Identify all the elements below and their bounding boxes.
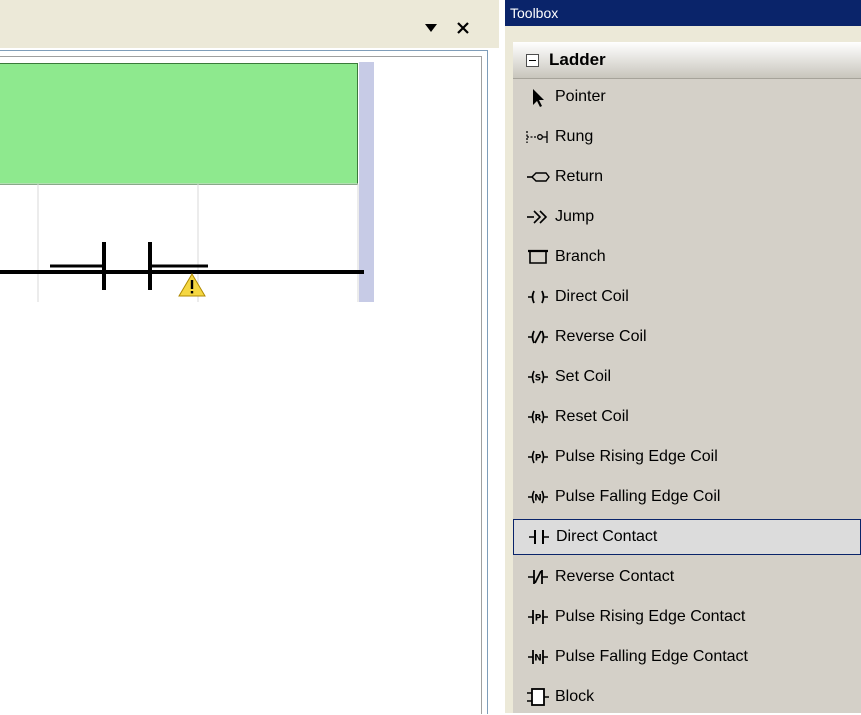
tool-item-label: Pointer (555, 88, 606, 105)
svg-text:S: S (535, 374, 541, 384)
tool-item-label: Pulse Falling Edge Coil (555, 488, 721, 505)
warning-icon (178, 273, 206, 297)
tool-item-pulse-falling-edge-coil[interactable]: N Pulse Falling Edge Coil (513, 479, 861, 515)
tool-item-label: Direct Contact (556, 528, 658, 545)
tool-item-label: Pulse Falling Edge Contact (555, 648, 748, 665)
tool-item-set-coil[interactable]: S Set Coil (513, 359, 861, 395)
tool-item-pulse-falling-edge-contact[interactable]: N Pulse Falling Edge Contact (513, 639, 861, 675)
rung-icon (525, 126, 551, 148)
pulse-rising-edge-coil-icon: P (525, 446, 551, 468)
toolbox-title: Toolbox (505, 0, 861, 26)
tool-item-reset-coil[interactable]: R Reset Coil (513, 399, 861, 435)
tool-item-block[interactable]: Block (513, 679, 861, 715)
pulse-rising-edge-contact-icon: P (525, 606, 551, 628)
jump-icon (525, 206, 551, 228)
return-icon (525, 166, 551, 188)
chevron-down-icon (425, 24, 437, 32)
tool-item-rung[interactable]: Rung (513, 119, 861, 155)
tool-item-label: Reverse Contact (555, 568, 675, 585)
tool-item-label: Branch (555, 248, 606, 265)
collapse-minus-icon[interactable] (526, 53, 539, 67)
svg-text:N: N (534, 494, 542, 504)
reset-coil-icon: R (525, 406, 551, 428)
ladder-canvas[interactable] (0, 62, 374, 302)
toolbox-list: Ladder Pointer Rung Return Jump Branch Direct… (513, 42, 861, 713)
tool-item-label: Pulse Rising Edge Coil (555, 448, 718, 465)
category-header-ladder[interactable]: Ladder (513, 42, 861, 79)
svg-text:N: N (534, 654, 542, 664)
ladder-editor-pane (0, 0, 499, 714)
tool-item-label: Direct Coil (555, 288, 629, 305)
tool-item-label: Pulse Rising Edge Contact (555, 608, 746, 625)
pulse-falling-edge-contact-icon: N (525, 646, 551, 668)
reverse-contact-icon (525, 566, 551, 588)
direct-contact-element[interactable] (50, 242, 208, 290)
tool-item-label: Rung (555, 128, 594, 145)
pointer-icon (525, 86, 551, 108)
reverse-coil-icon (525, 326, 551, 348)
set-coil-icon: S (525, 366, 551, 388)
category-label: Ladder (549, 50, 606, 69)
direct-coil-icon (525, 286, 551, 308)
block-icon (525, 686, 551, 708)
direct-contact-icon (526, 526, 552, 548)
tool-item-branch[interactable]: Branch (513, 239, 861, 275)
tool-item-return[interactable]: Return (513, 159, 861, 195)
toolbox-panel: Toolbox Ladder Pointer Rung Return Jump Bran… (505, 0, 861, 713)
pane-menu-button[interactable] (420, 17, 442, 39)
ladder-diagram (0, 183, 364, 302)
tool-item-reverse-contact[interactable]: Reverse Contact (513, 559, 861, 595)
tool-item-label: Jump (555, 208, 595, 225)
branch-icon (525, 246, 551, 268)
svg-text:P: P (535, 614, 542, 624)
tool-item-label: Block (555, 688, 595, 705)
tool-item-pulse-rising-edge-contact[interactable]: P Pulse Rising Edge Contact (513, 599, 861, 635)
tool-item-reverse-coil[interactable]: Reverse Coil (513, 319, 861, 355)
pane-close-button[interactable] (451, 17, 475, 39)
svg-text:R: R (535, 414, 542, 424)
svg-text:P: P (535, 454, 542, 464)
tool-item-pulse-rising-edge-coil[interactable]: P Pulse Rising Edge Coil (513, 439, 861, 475)
tool-item-label: Reset Coil (555, 408, 629, 425)
tool-item-direct-contact[interactable]: Direct Contact (513, 519, 861, 555)
tool-item-label: Reverse Coil (555, 328, 647, 345)
pulse-falling-edge-coil-icon: N (525, 486, 551, 508)
tool-item-direct-coil[interactable]: Direct Coil (513, 279, 861, 315)
tool-item-label: Set Coil (555, 368, 612, 385)
tool-item-jump[interactable]: Jump (513, 199, 861, 235)
tool-item-pointer[interactable]: Pointer (513, 79, 861, 115)
close-icon (457, 22, 469, 34)
tool-item-label: Return (555, 168, 604, 185)
